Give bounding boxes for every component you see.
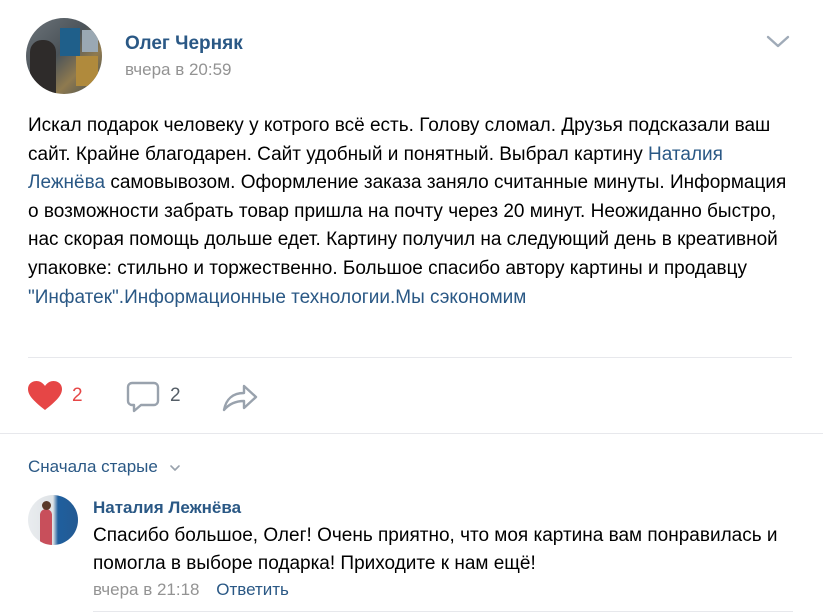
post-text: Искал подарок человеку у котрого всё ест… [28, 112, 798, 312]
divider [0, 433, 823, 434]
reply-button[interactable]: Ответить [216, 580, 289, 599]
divider [28, 357, 792, 358]
avatar-figure [40, 509, 52, 545]
post-header: Олег Черняк вчера в 20:59 [0, 0, 823, 100]
comments-sort-selector[interactable]: Сначала старые [28, 457, 181, 477]
avatar-figure [30, 40, 56, 94]
comment-count[interactable]: 2 [170, 385, 181, 407]
comment-footer: вчера в 21:18 Ответить [93, 580, 289, 600]
avatar-detail [60, 28, 80, 56]
author-avatar[interactable] [26, 18, 102, 94]
avatar-detail [42, 501, 51, 510]
post-actions: 2 2 [0, 370, 823, 426]
avatar-detail [76, 56, 98, 86]
like-count[interactable]: 2 [72, 385, 83, 407]
divider [93, 611, 793, 612]
sort-label: Сначала старые [28, 457, 158, 476]
comment-author-name[interactable]: Наталия Лежнёва [93, 498, 241, 518]
post-timestamp[interactable]: вчера в 20:59 [125, 60, 232, 80]
comment-timestamp[interactable]: вчера в 21:18 [93, 580, 200, 599]
heart-icon[interactable] [27, 380, 63, 412]
chevron-down-icon [169, 464, 180, 471]
share-icon[interactable] [221, 380, 259, 414]
comment-icon[interactable] [126, 380, 160, 414]
post-author-name[interactable]: Олег Черняк [125, 33, 243, 55]
comment-text: Спасибо большое, Олег! Очень приятно, чт… [93, 525, 778, 574]
chevron-down-icon[interactable] [765, 34, 791, 50]
post-text-part: самовывозом. Оформление заказа заняло сч… [28, 172, 787, 279]
avatar-detail [82, 30, 98, 52]
commenter-avatar[interactable] [28, 495, 78, 545]
seller-link[interactable]: "Инфатек".Информационные технологии.Мы с… [28, 287, 526, 308]
